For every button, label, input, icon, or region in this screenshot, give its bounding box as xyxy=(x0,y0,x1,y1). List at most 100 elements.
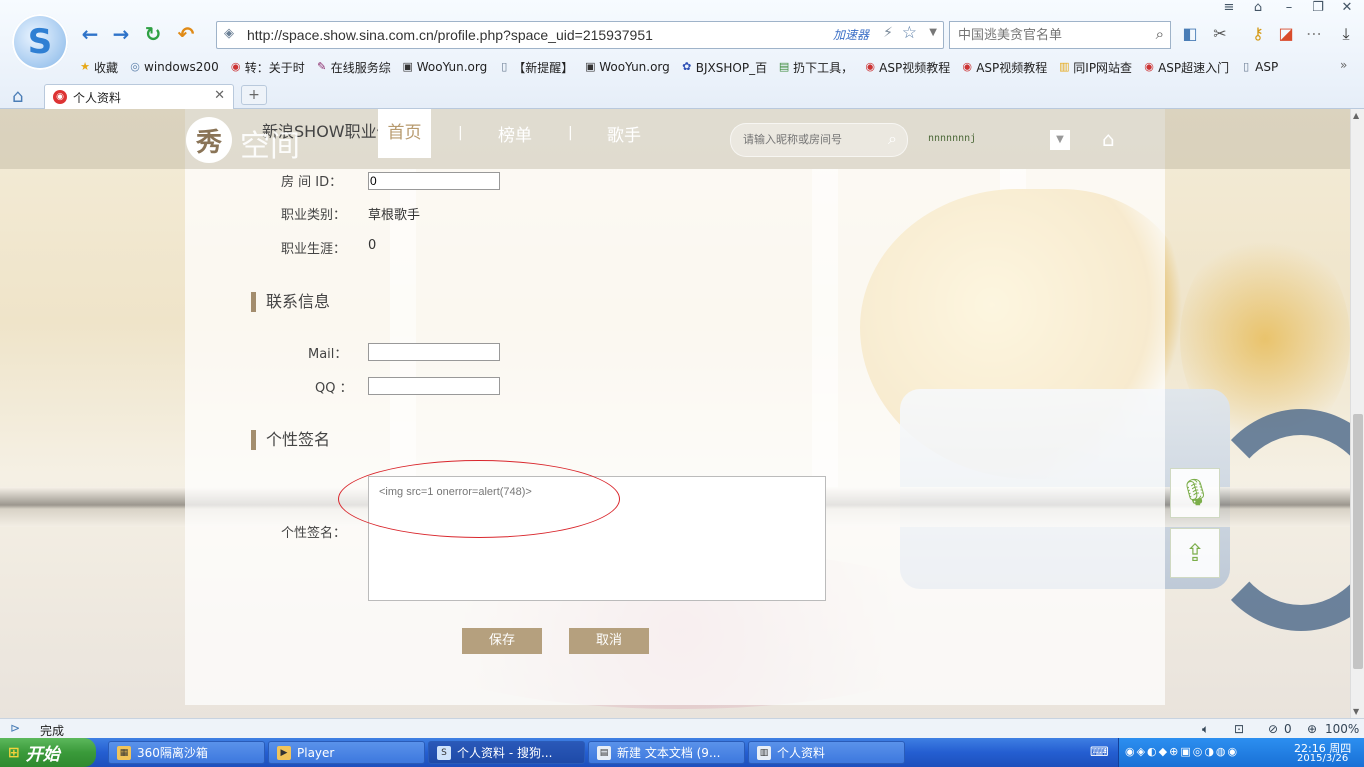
site-logo-text: 空间 xyxy=(240,129,300,164)
bookmarks-bar: ★ 收藏 ◎ windows200 ◉ 转：关于时 ✎ 在线服务综 ▣ WooYun.or… xyxy=(78,57,1288,77)
extension-icon[interactable]: ◪ xyxy=(1276,24,1296,44)
security-shield-icon: ◈ xyxy=(224,26,234,41)
home-icon[interactable]: ⌂ xyxy=(12,86,23,107)
qq-input[interactable] xyxy=(368,377,500,395)
keyboard-icon[interactable]: ⌨ xyxy=(1090,745,1109,760)
taskbar-item[interactable]: ▥ 个人资料 xyxy=(748,741,905,764)
tray-icons[interactable]: ◉◈◐◆⊕▣◎◑◍◉ xyxy=(1125,745,1239,758)
username[interactable]: nnnnnnnj xyxy=(928,133,976,144)
site-search-input[interactable] xyxy=(741,130,865,150)
screenshot-icon[interactable]: ⊡ xyxy=(1234,722,1244,736)
browser-search-input[interactable] xyxy=(956,24,1140,46)
forward-arrow-icon[interactable]: → xyxy=(109,22,133,46)
taskbar-item[interactable]: ▶ Player xyxy=(268,741,425,764)
bookmark-item[interactable]: ▣ WooYun.org xyxy=(583,57,676,77)
career-value: 0 xyxy=(368,238,377,253)
volume-icon[interactable]: 🔈︎ xyxy=(1202,722,1209,737)
address-bar[interactable]: ◈ 加速器 ⚡ ☆ ▼ xyxy=(216,21,944,49)
bookmark-item[interactable]: ✿ BJXSHOP_百 xyxy=(680,57,773,77)
nav-charts[interactable]: 榜单 xyxy=(498,121,532,146)
adblock-icon[interactable]: ⊘ xyxy=(1268,722,1278,736)
bookmark-item[interactable]: ▣ WooYun.org xyxy=(401,57,494,77)
weibo-icon: ◉ xyxy=(1144,60,1154,73)
category-label: 职业类别： xyxy=(281,208,347,223)
bookmark-item[interactable]: ◉ ASP视频教程 xyxy=(863,57,956,77)
sidebar-toggle-icon[interactable]: ⊳ xyxy=(10,721,20,735)
page-viewport: 新浪SHOW职业信 秀 空间 首页 | 榜单 | 歌手 ⌕ nnnnnnnj ▼… xyxy=(0,109,1350,718)
red-annotation-ellipse xyxy=(338,460,620,538)
url-dropdown-icon[interactable]: ▼ xyxy=(929,27,937,38)
bookmark-item[interactable]: ▤ 扔下工具， xyxy=(777,57,859,77)
back-to-top-icon[interactable]: ⇪ xyxy=(1170,528,1220,578)
player-icon: ▶ xyxy=(277,745,291,760)
sogou-icon: S xyxy=(437,745,451,760)
site-search-box[interactable]: ⌕ xyxy=(730,123,908,157)
sogou-browser-logo[interactable]: S xyxy=(12,14,68,70)
bookmark-item[interactable]: ▯ 【新提醒】 xyxy=(497,57,579,77)
skin-icon[interactable]: ⌂ xyxy=(1247,0,1269,18)
taskbar-item[interactable]: ▦ 360隔离沙箱 xyxy=(108,741,265,764)
room-id-label: 房 间 ID： xyxy=(281,175,343,190)
document-icon: ▥ xyxy=(757,745,771,760)
home-icon[interactable]: ⌂ xyxy=(1102,127,1115,151)
signature-section-title: 个性签名 xyxy=(251,430,330,450)
lightning-icon[interactable]: ⚡ xyxy=(883,25,893,41)
menu-icon[interactable]: ≡ xyxy=(1218,0,1240,18)
adblock-count: 0 xyxy=(1284,722,1292,736)
nav-home[interactable]: 首页 xyxy=(378,109,431,158)
bookmark-item[interactable]: ◉ ASP视频教程 xyxy=(960,57,1053,77)
weibo-icon: ◉ xyxy=(962,60,972,73)
key-icon[interactable]: ⚷ xyxy=(1248,24,1268,44)
sidebar-icon[interactable]: ◧ xyxy=(1180,24,1200,44)
mail-input[interactable] xyxy=(368,343,500,361)
save-button[interactable]: 保存 xyxy=(462,628,542,654)
nav-singers[interactable]: 歌手 xyxy=(607,121,641,146)
download-icon[interactable]: ⤓ xyxy=(1336,24,1356,44)
search-box[interactable]: ⌕ xyxy=(949,21,1171,49)
undo-close-icon[interactable]: ↶ xyxy=(174,22,198,46)
bookmark-item[interactable]: ◉ 转：关于时 xyxy=(229,57,311,77)
restore-icon[interactable]: ❐ xyxy=(1307,0,1329,18)
more-icon[interactable]: ⋯ xyxy=(1304,24,1324,44)
user-dropdown-icon[interactable]: ▼ xyxy=(1050,130,1070,150)
bookmark-item[interactable]: ◎ windows200 xyxy=(128,57,225,77)
search-icon[interactable]: ⌕ xyxy=(1156,25,1164,43)
bookmark-item[interactable]: ▥ 同IP网站查 xyxy=(1057,57,1138,77)
speedup-label[interactable]: 加速器 xyxy=(833,26,869,43)
taskbar-item[interactable]: ▤ 新建 文本文档 (9... xyxy=(588,741,745,764)
career-label: 职业生涯： xyxy=(281,242,347,257)
cancel-button[interactable]: 取消 xyxy=(569,628,649,654)
start-button[interactable]: ⊞ 开始 xyxy=(0,738,96,767)
scrollbar-thumb[interactable] xyxy=(1353,414,1363,669)
url-input[interactable] xyxy=(245,24,809,46)
tab-profile[interactable]: ◉ 个人资料 ✕ xyxy=(44,84,234,109)
star-icon: ★ xyxy=(80,60,90,73)
minimize-icon[interactable]: – xyxy=(1278,0,1300,18)
refresh-icon[interactable]: ↻ xyxy=(141,22,165,46)
bookmark-item[interactable]: ◉ ASP超速入门 xyxy=(1142,57,1235,77)
scroll-up-icon[interactable]: ▲ xyxy=(1353,111,1359,120)
scroll-down-icon[interactable]: ▼ xyxy=(1353,707,1359,716)
browser-chrome: S ← → ↻ ↶ ◈ 加速器 ⚡ ☆ ▼ ⌕ ◧ ✂ ⚷ ◪ ⋯ ⤓ ≡ ⌂ … xyxy=(0,0,1364,109)
vertical-scrollbar[interactable]: ▲ ▼ xyxy=(1350,109,1364,718)
bookmark-item[interactable]: ★ 收藏 xyxy=(78,57,124,77)
room-id-input[interactable] xyxy=(368,172,500,190)
taskbar-item[interactable]: S 个人资料 - 搜狗... xyxy=(428,741,585,764)
scissors-icon[interactable]: ✂ xyxy=(1210,24,1230,44)
zoom-level[interactable]: 100% xyxy=(1325,722,1359,736)
tab-close-icon[interactable]: ✕ xyxy=(214,88,225,103)
contact-section-title: 联系信息 xyxy=(251,292,330,312)
star-icon[interactable]: ☆ xyxy=(902,23,917,43)
zoom-icon[interactable]: ⊕ xyxy=(1307,722,1317,736)
bookmark-item[interactable]: ▯ ASP xyxy=(1239,57,1284,77)
back-arrow-icon[interactable]: ← xyxy=(78,22,102,46)
close-window-icon[interactable]: ✕ xyxy=(1336,0,1358,18)
microphone-icon[interactable]: 🎙︎ xyxy=(1170,468,1220,518)
new-tab-button[interactable]: + xyxy=(241,85,267,105)
signature-label: 个性签名： xyxy=(281,526,347,541)
bookmarks-overflow-icon[interactable]: » xyxy=(1340,58,1347,72)
search-icon[interactable]: ⌕ xyxy=(888,129,897,149)
bookmark-item[interactable]: ✎ 在线服务综 xyxy=(315,57,397,77)
site-logo[interactable]: 秀 xyxy=(186,117,232,163)
pen-icon: ✎ xyxy=(317,60,327,73)
